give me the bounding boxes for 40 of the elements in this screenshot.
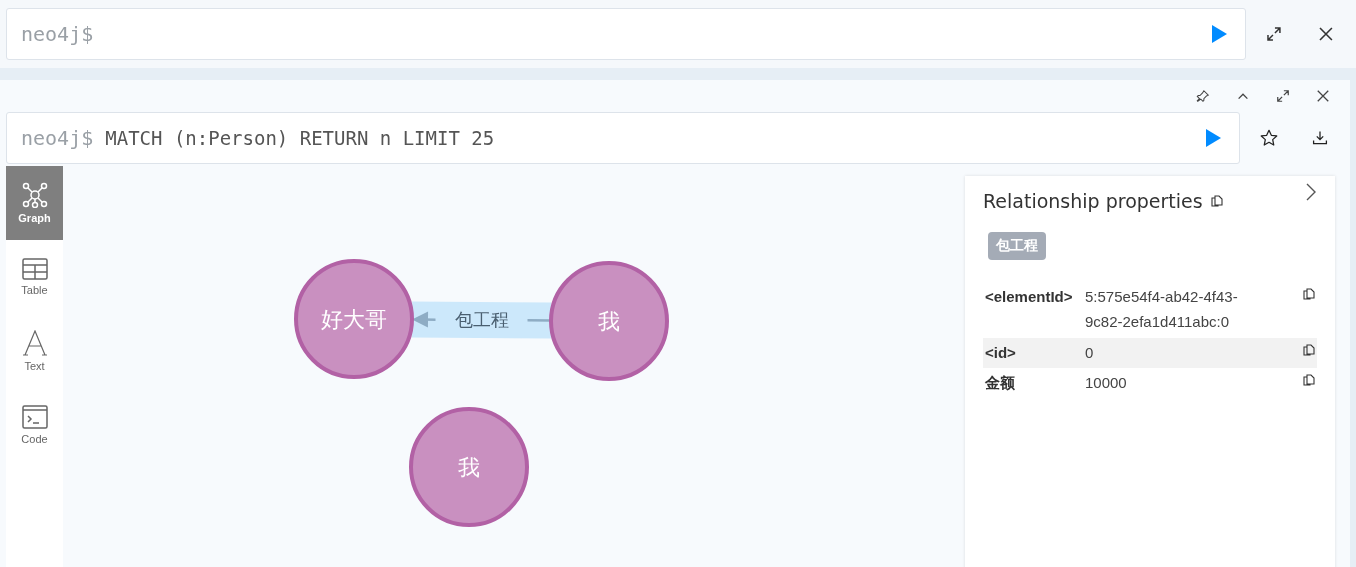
node-label: 好大哥 [321, 307, 387, 332]
star-icon[interactable] [1260, 129, 1278, 147]
property-key: <elementId> [985, 285, 1085, 310]
property-key: <id> [985, 340, 1085, 366]
graph-icon [21, 182, 48, 208]
download-icon[interactable] [1312, 130, 1328, 146]
query-text: MATCH (n:Person) RETURN n LIMIT 25 [105, 127, 495, 149]
view-tab[interactable]: Code [6, 388, 63, 462]
relationship-label: 包工程 [454, 309, 509, 330]
expand-icon[interactable] [1266, 26, 1283, 42]
copy-icon[interactable] [1303, 374, 1315, 387]
editor-prompt: neo4j$ [21, 126, 94, 150]
copy-icon[interactable] [1303, 288, 1315, 300]
node-label: 我 [458, 455, 480, 480]
letter-a-icon [22, 330, 47, 356]
close-icon[interactable] [1318, 26, 1334, 42]
pin-icon[interactable] [1196, 89, 1210, 103]
panel-title: Relationship properties [983, 190, 1203, 212]
table-icon [21, 258, 48, 280]
close-icon[interactable] [1316, 89, 1330, 103]
property-key: 金额 [985, 371, 1085, 396]
run-icon[interactable] [1203, 128, 1223, 148]
graph-node[interactable] [549, 261, 669, 381]
query-editor[interactable]: neo4j$ MATCH (n:Person) RETURN n LIMIT 25 [6, 112, 1240, 164]
view-tab[interactable]: Text [6, 314, 63, 388]
chevron-right-icon[interactable] [1305, 182, 1317, 202]
property-value: 5:575e54f4-ab42-4f43-9c82-2efa1d411abc:0 [1085, 287, 1239, 332]
copy-icon[interactable] [1303, 343, 1315, 356]
expand-icon[interactable] [1276, 89, 1290, 103]
copy-icon[interactable] [1210, 195, 1223, 207]
property-value: 0 [1085, 342, 1095, 363]
node-label: 我 [598, 309, 620, 334]
graph-node[interactable] [294, 259, 414, 379]
relationship-arrow[interactable] [411, 301, 552, 339]
terminal-icon [21, 405, 48, 429]
view-tab[interactable]: Graph [6, 166, 63, 240]
property-value: 10000 [1085, 373, 1128, 394]
view-tab[interactable]: Table [6, 240, 63, 314]
graph-node[interactable] [409, 407, 529, 527]
editor-prompt: neo4j$ [21, 22, 94, 46]
